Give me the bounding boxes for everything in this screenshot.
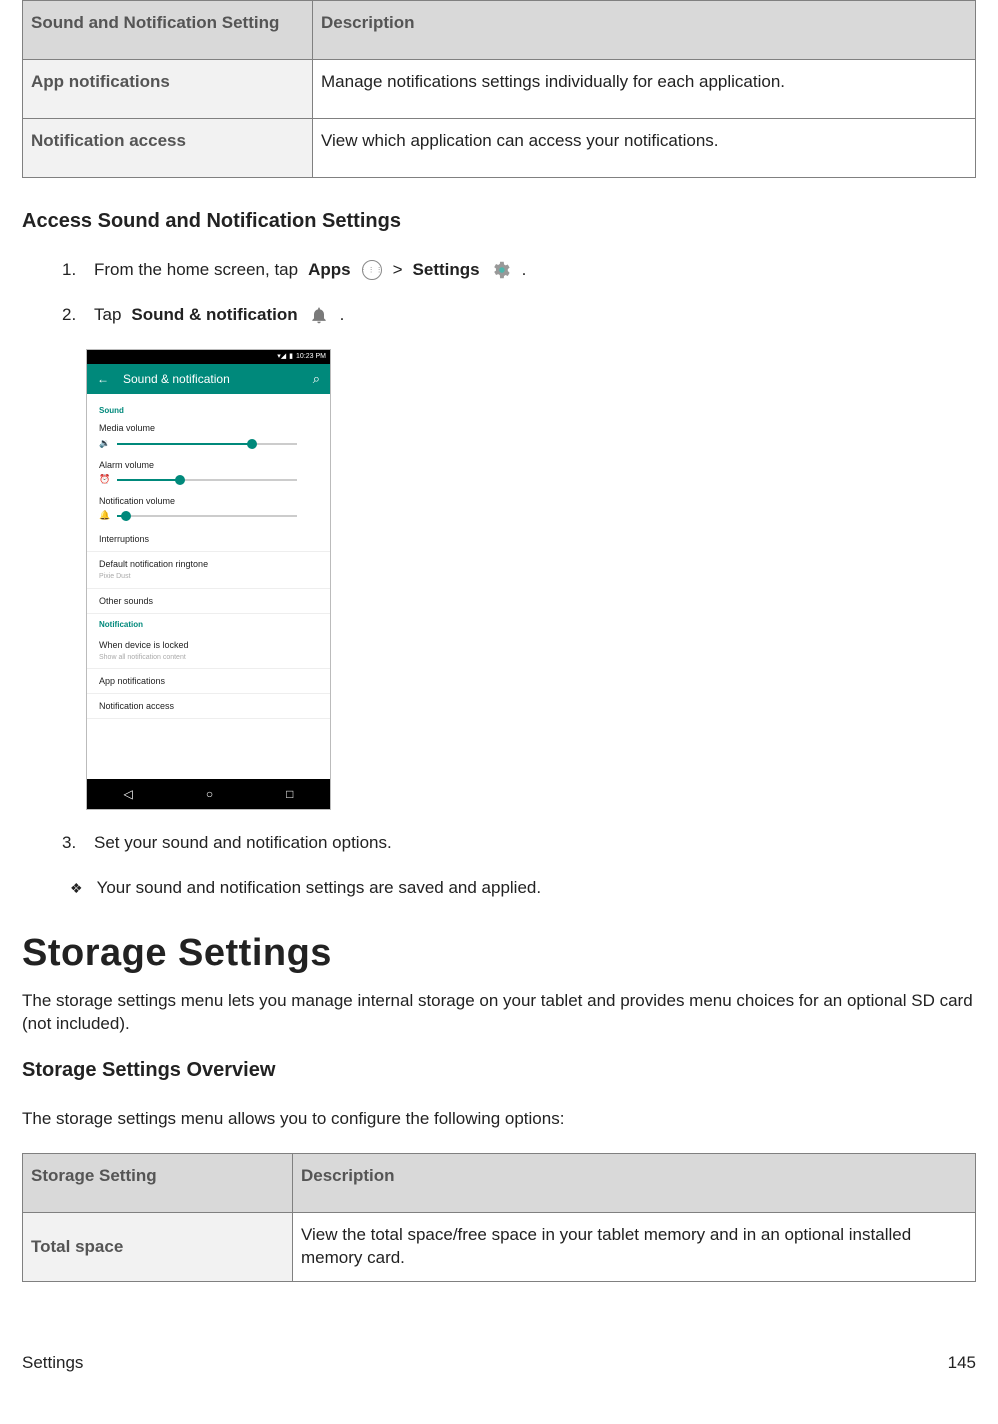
table1-row1-key: App notifications [23, 59, 313, 118]
storage-settings-table: Storage Setting Description Total space … [22, 1153, 976, 1282]
default-ringtone-label: Default notification ringtone [99, 558, 318, 570]
search-icon[interactable]: ⌕ [313, 370, 320, 388]
nav-home-icon[interactable]: ○ [206, 786, 213, 802]
alarm-volume-label: Alarm volume [99, 459, 318, 471]
step-2-bold: Sound & notification [131, 304, 297, 327]
other-sounds-row[interactable]: Other sounds [87, 589, 330, 614]
interruptions-row[interactable]: Interruptions [87, 527, 330, 552]
alarm-volume-slider[interactable]: ⏰ [117, 479, 297, 481]
step-3-text: Set your sound and notification options. [94, 832, 392, 855]
status-time: 10:23 PM [296, 352, 326, 361]
default-ringtone-value: Pixie Dust [99, 572, 318, 581]
phone-statusbar: ▾◢ ▮ 10:23 PM [87, 350, 330, 364]
storage-settings-heading: Storage Settings [22, 928, 976, 979]
footer-section: Settings [22, 1352, 83, 1375]
step-2-text-pre: Tap [94, 304, 121, 327]
back-icon[interactable]: ← [97, 371, 109, 387]
section-notification: Notification [87, 614, 330, 633]
step-number: 1. [62, 259, 84, 282]
sound-notification-table: Sound and Notification Setting Descripti… [22, 0, 976, 178]
step-1: 1. From the home screen, tap Apps > Sett… [62, 259, 976, 282]
battery-icon: ▮ [289, 352, 293, 361]
step-number: 2. [62, 304, 84, 327]
step-number: 3. [62, 832, 84, 855]
when-locked-label: When device is locked [99, 639, 318, 651]
table1-header-description: Description [313, 1, 976, 60]
alarm-icon: ⏰ [99, 473, 110, 485]
table2-row1-val: View the total space/free space in your … [293, 1213, 976, 1282]
step-1-gt: > [393, 259, 403, 282]
table2-row1-key: Total space [23, 1213, 293, 1282]
section-title-access: Access Sound and Notification Settings [22, 208, 976, 235]
when-locked-row[interactable]: When device is locked Show all notificat… [87, 633, 330, 670]
app-notifications-row[interactable]: App notifications [87, 669, 330, 694]
default-ringtone-row[interactable]: Default notification ringtone Pixie Dust [87, 552, 330, 589]
table1-row1-val: Manage notifications settings individual… [313, 59, 976, 118]
phone-screenshot: ▾◢ ▮ 10:23 PM ← Sound & notification ⌕ S… [86, 349, 331, 811]
appbar-title: Sound & notification [123, 371, 230, 387]
table1-row2-val: View which application can access your n… [313, 118, 976, 177]
step-1-text-pre: From the home screen, tap [94, 259, 298, 282]
storage-overview-intro: The storage settings menu allows you to … [22, 1108, 976, 1131]
bell-icon [308, 304, 330, 326]
step-1-text-post: . [522, 259, 527, 282]
speaker-icon: 🔉 [99, 437, 110, 449]
notification-volume-slider[interactable]: 🔔 [117, 515, 297, 517]
phone-appbar: ← Sound & notification ⌕ [87, 364, 330, 394]
media-volume-label: Media volume [99, 422, 318, 434]
apps-icon [361, 259, 383, 281]
storage-settings-intro: The storage settings menu lets you manag… [22, 990, 976, 1036]
table1-header-setting: Sound and Notification Setting [23, 1, 313, 60]
table-row: App notifications Manage notifications s… [23, 59, 976, 118]
notification-access-row[interactable]: Notification access [87, 694, 330, 719]
step-1-settings-label: Settings [413, 259, 480, 282]
table-row: Notification access View which applicati… [23, 118, 976, 177]
table2-header-description: Description [293, 1154, 976, 1213]
section-sound: Sound [87, 400, 330, 419]
footer-page-number: 145 [948, 1352, 976, 1375]
nav-recent-icon[interactable]: □ [286, 786, 293, 802]
media-volume-slider[interactable]: 🔉 [117, 443, 297, 445]
step-2: 2. Tap Sound & notification . [62, 304, 976, 327]
step-2-text-post: . [340, 304, 345, 327]
nav-back-icon[interactable]: ◁ [124, 786, 133, 802]
result-bullet: Your sound and notification settings are… [70, 877, 976, 900]
signal-icon: ▾◢ [277, 352, 286, 361]
step-3: 3. Set your sound and notification optio… [62, 832, 976, 855]
table2-header-setting: Storage Setting [23, 1154, 293, 1213]
table1-row2-key: Notification access [23, 118, 313, 177]
table-row: Total space View the total space/free sp… [23, 1213, 976, 1282]
gear-icon [490, 259, 512, 281]
bell-small-icon: 🔔 [99, 509, 110, 521]
phone-navbar: ◁ ○ □ [87, 779, 330, 809]
storage-overview-heading: Storage Settings Overview [22, 1057, 976, 1084]
step-1-apps-label: Apps [308, 259, 351, 282]
when-locked-value: Show all notification content [99, 653, 318, 662]
notification-volume-label: Notification volume [99, 495, 318, 507]
